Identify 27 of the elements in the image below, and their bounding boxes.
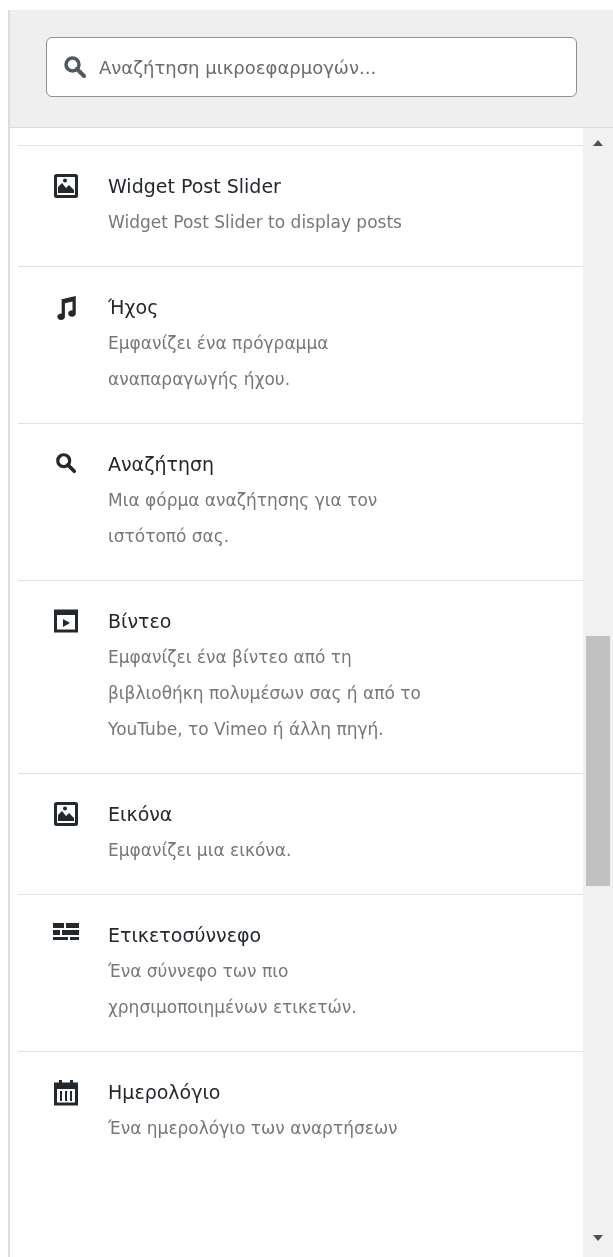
scroll-thumb[interactable]: [586, 636, 610, 886]
video-play-icon: [54, 609, 78, 633]
search-input[interactable]: Αναζήτηση μικροεφαρμογών...: [99, 53, 560, 81]
widget-title: Widget Post Slider: [108, 174, 282, 199]
widget-description: Εμφανίζει ένα πρόγραμμα αναπαραγωγής ήχου.: [108, 332, 330, 391]
widget-description: Ένα σύννεφο των πιο χρησιμοποιημένων ετικετών.: [108, 960, 358, 1019]
tag-cloud-icon: [53, 923, 79, 943]
widget-title: Βίντεο: [108, 609, 173, 634]
widget-description: Widget Post Slider to display posts: [108, 211, 403, 234]
widget-title: Εικόνα: [108, 802, 174, 827]
widget-title: Ήχος: [108, 295, 160, 320]
widget-description: Μια φόρμα αναζήτησης για τον ιστότοπό σας.: [108, 489, 379, 548]
search-icon: [55, 452, 77, 474]
widget-title: Ημερολόγιο: [108, 1080, 222, 1105]
scrollbar[interactable]: [583, 128, 613, 1257]
search-icon: [63, 55, 87, 79]
widget-description: Εμφανίζει ένα βίντεο από τη βιβλιοθήκη πολυμέσων σας ή από το YouTube, το Vimeo ή άλλη πηγή.: [108, 646, 422, 741]
scroll-down-icon[interactable]: [593, 1235, 603, 1241]
image-icon: [54, 802, 78, 826]
widget-title: Ετικετοσύννεφο: [108, 923, 263, 948]
search-field[interactable]: Αναζήτηση μικροεφαρμογών...: [46, 37, 577, 97]
widget-title: Αναζήτηση: [108, 452, 216, 477]
widget-description: Εμφανίζει μια εικόνα.: [108, 839, 293, 862]
widget-description: Ένα ημερολόγιο των αναρτήσεων: [108, 1117, 399, 1140]
image-icon: [54, 174, 78, 198]
scroll-up-icon[interactable]: [593, 140, 603, 146]
calendar-icon: [54, 1080, 78, 1106]
